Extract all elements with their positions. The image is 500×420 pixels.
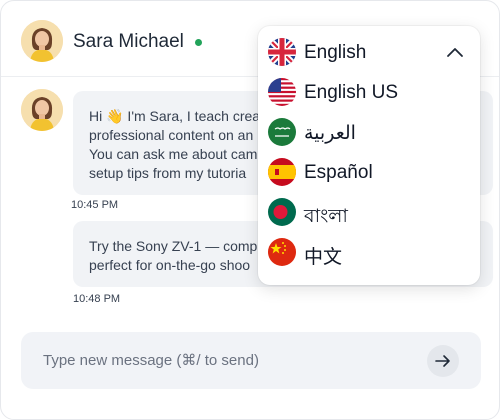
language-label: العربية	[304, 123, 356, 144]
message-input[interactable]: Type new message (⌘/ to send)	[43, 351, 259, 369]
language-option-arabic[interactable]: العربية	[258, 112, 480, 152]
message-avatar	[21, 89, 63, 131]
language-option-english-us[interactable]: English US	[258, 72, 480, 112]
language-option-english[interactable]: English	[258, 32, 480, 72]
chat-window: Sara Michael Hi 👋 I'm Sara, I teach crea…	[0, 0, 500, 420]
arrow-right-icon	[435, 355, 450, 367]
contact-name: Sara Michael	[73, 31, 184, 52]
chevron-up-icon[interactable]	[446, 47, 464, 58]
send-button[interactable]	[427, 345, 459, 377]
language-label: English	[304, 42, 367, 63]
message-line: setup tips from my tutoria	[89, 165, 247, 181]
message-line: professional content on an	[89, 127, 254, 143]
saudi-flag-icon	[268, 118, 296, 146]
us-flag-icon	[268, 78, 296, 106]
language-dropdown: English English US العربية Español বাংলা…	[258, 26, 480, 285]
china-flag-icon	[268, 238, 296, 266]
message-timestamp: 10:45 PM	[71, 199, 119, 211]
language-label: Español	[304, 162, 373, 183]
language-option-chinese[interactable]: 中文	[258, 232, 480, 272]
message-composer[interactable]: Type new message (⌘/ to send)	[21, 332, 481, 389]
language-label: 中文	[304, 247, 343, 268]
avatar[interactable]	[21, 20, 63, 62]
message-line: perfect for on-the-go shoo	[89, 257, 251, 273]
uk-flag-icon	[268, 38, 296, 66]
bangladesh-flag-icon	[268, 198, 296, 226]
language-option-bengali[interactable]: বাংলা	[258, 192, 480, 232]
online-status-dot	[195, 39, 202, 46]
message-line: Hi 👋 I'm Sara, I teach crea	[89, 108, 261, 124]
language-label: English US	[304, 82, 398, 103]
message-line: Try the Sony ZV-1 — comp	[89, 238, 258, 254]
language-option-spanish[interactable]: Español	[258, 152, 480, 192]
message-line: You can ask me about cam	[89, 146, 258, 162]
spain-flag-icon	[268, 158, 296, 186]
message-timestamp: 10:48 PM	[73, 293, 121, 305]
language-label: বাংলা	[304, 206, 348, 227]
